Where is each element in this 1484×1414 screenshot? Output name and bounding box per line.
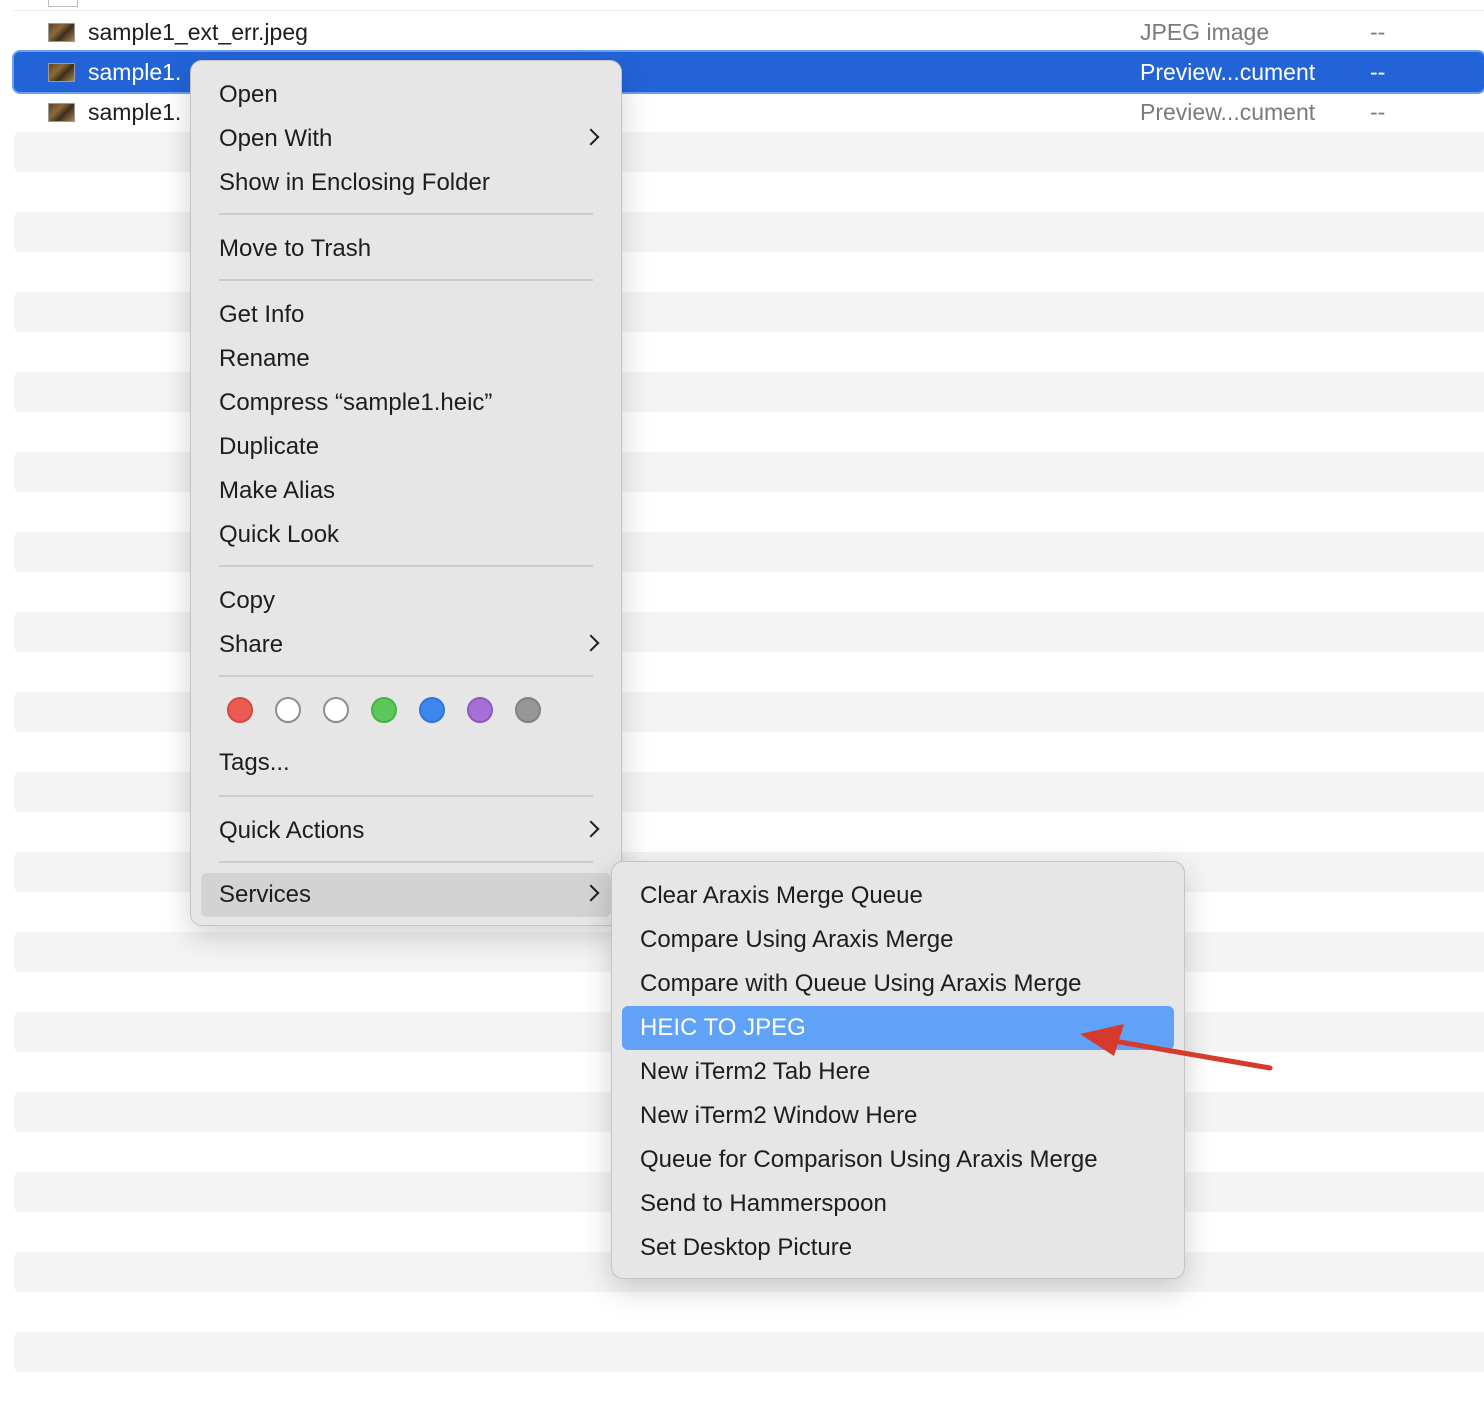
green-tag-icon[interactable]: [371, 697, 397, 723]
file-kind: Preview...cument: [1140, 59, 1316, 85]
gray-tag-icon[interactable]: [515, 697, 541, 723]
service-new-iterm2-tab[interactable]: New iTerm2 Tab Here: [622, 1050, 1174, 1094]
menu-item-label: Compare with Queue Using Araxis Merge: [640, 970, 1082, 997]
menu-item-label: Copy: [219, 587, 276, 614]
menu-item-show-in-enclosing-folder[interactable]: Show in Enclosing Folder: [201, 161, 611, 205]
purple-tag-icon[interactable]: [467, 697, 493, 723]
menu-item-label: Services: [219, 881, 312, 908]
file-kind: Preview...cument: [1140, 99, 1316, 125]
menu-separator: [219, 861, 593, 863]
file-name: sample1.: [88, 59, 182, 85]
menu-item-label: New iTerm2 Tab Here: [640, 1058, 871, 1085]
menu-item-label: Open: [219, 81, 278, 108]
service-compare-with-queue[interactable]: Compare with Queue Using Araxis Merge: [622, 962, 1174, 1006]
menu-item-compress[interactable]: Compress “sample1.heic”: [201, 381, 611, 425]
menu-item-open-with[interactable]: Open With: [201, 117, 611, 161]
menu-item-make-alias[interactable]: Make Alias: [201, 469, 611, 513]
chevron-right-icon: [582, 128, 600, 146]
image-file-icon: [48, 63, 75, 82]
file-kind: JPEG image: [1140, 19, 1270, 45]
service-heic-to-jpeg[interactable]: HEIC TO JPEG: [622, 1006, 1174, 1050]
menu-item-label: Set Desktop Picture: [640, 1234, 853, 1261]
menu-separator: [219, 795, 593, 797]
file-name: sample1_ext_err.jpeg: [88, 19, 308, 45]
menu-item-label: Share: [219, 631, 284, 658]
service-new-iterm2-window[interactable]: New iTerm2 Window Here: [622, 1094, 1174, 1138]
menu-item-services[interactable]: Services: [201, 873, 611, 917]
image-file-icon: [48, 23, 75, 42]
file-row[interactable]: sample1_ext_err.jpeg JPEG image --: [14, 12, 1484, 52]
services-submenu: Clear Araxis Merge Queue Compare Using A…: [611, 861, 1185, 1279]
menu-item-move-to-trash[interactable]: Move to Trash: [201, 227, 611, 271]
menu-item-copy[interactable]: Copy: [201, 579, 611, 623]
menu-item-label: Clear Araxis Merge Queue: [640, 882, 923, 909]
list-stripe: [14, 1332, 1484, 1372]
file-size: --: [1370, 19, 1386, 45]
menu-item-label: Quick Actions: [219, 817, 365, 844]
menu-item-label: Get Info: [219, 301, 305, 328]
partial-row-divider: [14, 10, 1484, 11]
menu-item-label: Compare Using Araxis Merge: [640, 926, 954, 953]
menu-item-label: Queue for Comparison Using Araxis Merge: [640, 1146, 1098, 1173]
red-tag-icon[interactable]: [227, 697, 253, 723]
file-name: sample1.: [88, 99, 182, 125]
menu-item-tags[interactable]: Tags...: [201, 741, 611, 785]
menu-item-quick-look[interactable]: Quick Look: [201, 513, 611, 557]
service-set-desktop-picture[interactable]: Set Desktop Picture: [622, 1226, 1174, 1270]
context-menu: Open Open With Show in Enclosing Folder …: [190, 60, 622, 926]
menu-item-label: Open With: [219, 125, 333, 152]
menu-item-label: Duplicate: [219, 433, 320, 460]
chevron-right-icon: [582, 884, 600, 902]
menu-item-share[interactable]: Share: [201, 623, 611, 667]
image-file-icon: [48, 103, 75, 122]
menu-item-label: Make Alias: [219, 477, 336, 504]
menu-item-label: Tags...: [219, 749, 290, 776]
service-clear-araxis-merge-queue[interactable]: Clear Araxis Merge Queue: [622, 874, 1174, 918]
menu-separator: [219, 279, 593, 281]
menu-item-label: Move to Trash: [219, 235, 372, 262]
chevron-right-icon: [582, 634, 600, 652]
empty-tag-icon[interactable]: [323, 697, 349, 723]
partial-file-icon: [48, 0, 78, 7]
menu-item-label: Rename: [219, 345, 310, 372]
menu-item-open[interactable]: Open: [201, 73, 611, 117]
menu-separator: [219, 565, 593, 567]
menu-item-get-info[interactable]: Get Info: [201, 293, 611, 337]
menu-item-label: Send to Hammerspoon: [640, 1190, 887, 1217]
menu-item-label: Quick Look: [219, 521, 340, 548]
service-compare-using-araxis-merge[interactable]: Compare Using Araxis Merge: [622, 918, 1174, 962]
menu-item-label: New iTerm2 Window Here: [640, 1102, 918, 1129]
chevron-right-icon: [582, 820, 600, 838]
empty-tag-icon[interactable]: [275, 697, 301, 723]
service-queue-for-comparison[interactable]: Queue for Comparison Using Araxis Merge: [622, 1138, 1174, 1182]
menu-item-label: Show in Enclosing Folder: [219, 169, 490, 196]
file-size: --: [1370, 59, 1386, 85]
menu-separator: [219, 675, 593, 677]
menu-item-rename[interactable]: Rename: [201, 337, 611, 381]
menu-separator: [219, 213, 593, 215]
service-send-to-hammerspoon[interactable]: Send to Hammerspoon: [622, 1182, 1174, 1226]
menu-item-duplicate[interactable]: Duplicate: [201, 425, 611, 469]
menu-item-label: HEIC TO JPEG: [640, 1014, 806, 1041]
blue-tag-icon[interactable]: [419, 697, 445, 723]
file-size: --: [1370, 99, 1386, 125]
menu-item-label: Compress “sample1.heic”: [219, 389, 493, 416]
menu-item-quick-actions[interactable]: Quick Actions: [201, 809, 611, 853]
